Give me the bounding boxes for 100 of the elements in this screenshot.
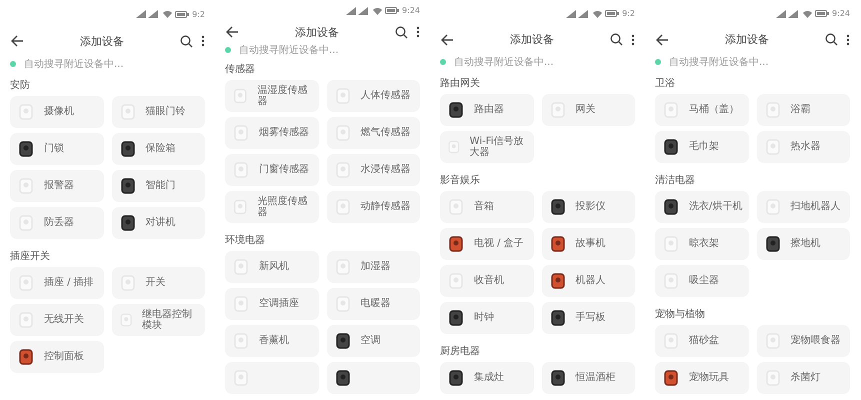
device-name: 防丢器 — [44, 217, 74, 229]
device-name: Wi-Fi信号放大器 — [470, 136, 525, 158]
back-icon[interactable] — [225, 25, 239, 40]
device-card[interactable]: 网关 — [542, 94, 635, 126]
signal-icon — [566, 10, 590, 18]
device-card[interactable]: 温湿度传感器 — [225, 80, 318, 112]
device-card[interactable]: 烟雾传感器 — [225, 117, 318, 149]
device-card[interactable]: 电暖器 — [326, 288, 420, 320]
search-icon[interactable] — [610, 33, 623, 46]
more-icon[interactable] — [201, 35, 205, 47]
device-name: 电暖器 — [360, 298, 390, 310]
device-card[interactable]: 继电器控制模块 — [112, 304, 205, 336]
search-icon[interactable] — [395, 26, 408, 39]
back-icon[interactable] — [440, 32, 454, 47]
status-time: 9:24 — [832, 9, 850, 18]
device-card[interactable]: 浴霸 — [756, 94, 850, 126]
section-title: 插座开关 — [10, 250, 51, 263]
wifi-icon — [373, 6, 382, 15]
device-name: 空调插座 — [259, 298, 299, 310]
wifi-icon — [163, 10, 172, 18]
device-card[interactable]: 空调 — [326, 325, 420, 357]
device-card[interactable]: 宠物喂食器 — [756, 325, 850, 357]
device-card[interactable]: 恒温酒柜 — [542, 362, 635, 394]
device-card[interactable]: 时钟 — [440, 302, 534, 334]
device-name: 路由器 — [474, 104, 504, 116]
device-name: 毛巾架 — [689, 141, 719, 153]
device-card[interactable]: 开关 — [112, 267, 205, 299]
device-card[interactable]: 投影仪 — [542, 191, 635, 223]
device-name: 光照度传感器 — [257, 196, 308, 218]
device-card[interactable]: 光照度传感器 — [225, 191, 318, 223]
section-title: 路由网关 — [440, 76, 481, 90]
battery-icon — [385, 7, 400, 14]
device-card[interactable]: 保险箱 — [112, 133, 205, 165]
device-name: 宠物玩具 — [689, 372, 729, 384]
search-icon[interactable] — [180, 34, 193, 48]
device-card[interactable]: 电视 / 盒子 — [440, 228, 534, 260]
device-card[interactable]: 集成灶 — [440, 362, 534, 394]
wifi-icon — [593, 10, 602, 18]
device-card[interactable]: 手写板 — [542, 302, 635, 334]
device-card[interactable]: 水浸传感器 — [326, 154, 420, 186]
device-card[interactable]: 吸尘器 — [655, 265, 748, 297]
search-icon[interactable] — [825, 33, 838, 46]
device-card[interactable]: 香薰机 — [225, 325, 318, 357]
device-card[interactable]: 洗衣/烘干机 — [655, 191, 748, 223]
device-card[interactable]: 宠物玩具 — [655, 362, 748, 394]
device-card[interactable]: 空调插座 — [225, 288, 318, 320]
battery-icon — [605, 10, 620, 18]
device-name: 宠物喂食器 — [790, 335, 840, 347]
device-name: 擦地机 — [790, 238, 820, 250]
device-card[interactable]: 控制面板 — [10, 341, 104, 373]
device-card[interactable]: 摄像机 — [10, 96, 104, 128]
device-card[interactable]: Wi-Fi信号放大器 — [440, 131, 534, 163]
device-card[interactable]: 动静传感器 — [326, 191, 420, 223]
device-name: 吸尘器 — [689, 275, 719, 287]
device-card[interactable]: 收音机 — [440, 265, 534, 297]
device-card[interactable]: 报警器 — [10, 170, 104, 202]
device-name: 猫砂盆 — [689, 335, 719, 347]
device-card[interactable]: 马桶（盖） — [655, 94, 748, 126]
device-card[interactable]: 人体传感器 — [326, 80, 420, 112]
page-title: 添加设备 — [509, 32, 555, 48]
device-card[interactable]: 插座 / 插排 — [10, 267, 104, 299]
more-icon[interactable] — [631, 34, 635, 46]
device-card[interactable]: 猫眼门铃 — [112, 96, 205, 128]
device-card[interactable]: 门锁 — [10, 133, 104, 165]
device-card[interactable]: 猫砂盆 — [655, 325, 748, 357]
more-icon[interactable] — [416, 26, 420, 38]
device-card[interactable]: 音箱 — [440, 191, 534, 223]
scanning-status: 自动搜寻附近设备中... — [669, 56, 769, 70]
device-name: 手写板 — [576, 312, 606, 324]
back-icon[interactable] — [10, 34, 24, 48]
device-card[interactable]: 加湿器 — [326, 251, 420, 283]
device-name: 时钟 — [474, 312, 494, 324]
device-card[interactable]: 晾衣架 — [655, 228, 748, 260]
device-card[interactable]: 新风机 — [225, 251, 318, 283]
device-name: 智能门 — [146, 180, 176, 192]
device-name: 集成灶 — [474, 372, 504, 384]
device-card[interactable]: 毛巾架 — [655, 131, 748, 163]
device-card[interactable]: 路由器 — [440, 94, 534, 126]
signal-icon — [136, 10, 160, 18]
device-card[interactable]: 机器人 — [542, 265, 635, 297]
scanning-status: 自动搜寻附近设备中... — [239, 44, 339, 58]
device-name: 继电器控制模块 — [142, 308, 193, 332]
device-card[interactable]: 故事机 — [542, 228, 635, 260]
device-card[interactable]: 防丢器 — [10, 207, 104, 239]
device-card[interactable]: 热水器 — [756, 131, 850, 163]
device-card[interactable]: 扫地机器人 — [756, 191, 850, 223]
device-name: 水浸传感器 — [360, 164, 410, 176]
device-card[interactable]: 杀菌灯 — [756, 362, 850, 394]
device-card[interactable]: 擦地机 — [756, 228, 850, 260]
device-card[interactable] — [326, 362, 420, 394]
device-card[interactable]: 对讲机 — [112, 207, 205, 239]
status-time: 9:2 — [622, 9, 635, 18]
scanning-dot — [655, 59, 661, 66]
device-card[interactable]: 燃气传感器 — [326, 117, 420, 149]
back-icon[interactable] — [655, 32, 669, 47]
device-name: 动静传感器 — [360, 201, 410, 213]
device-card[interactable]: 智能门 — [112, 170, 205, 202]
more-icon[interactable] — [846, 34, 850, 46]
device-card[interactable]: 无线开关 — [10, 304, 104, 336]
device-card[interactable]: 门窗传感器 — [225, 154, 318, 186]
